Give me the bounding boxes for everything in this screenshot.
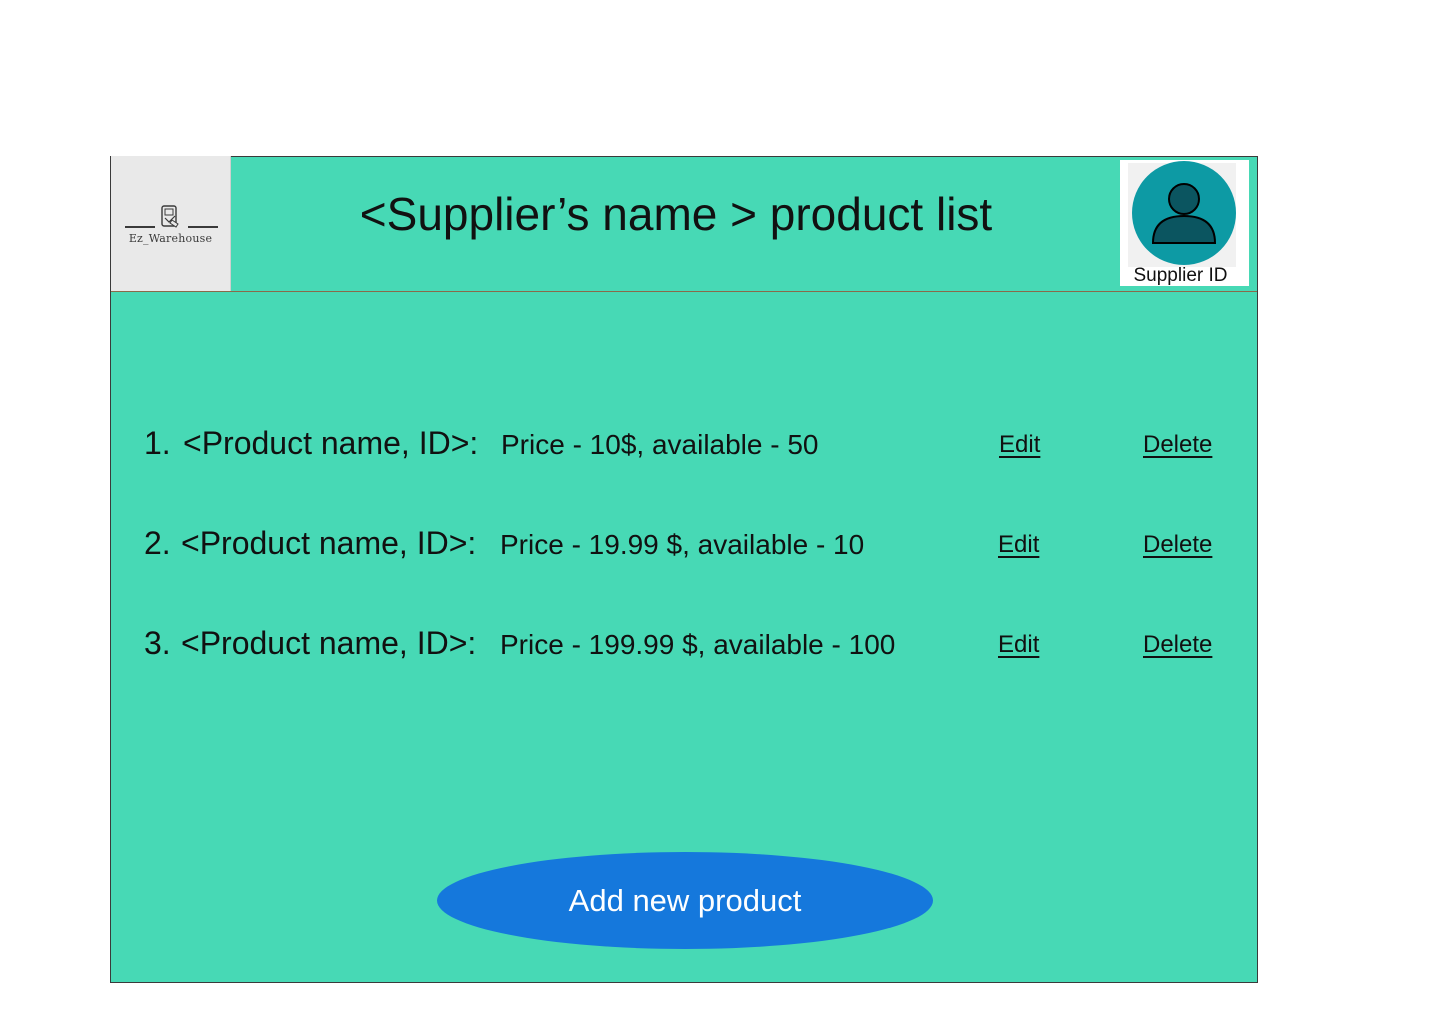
product-number: 1. <box>144 425 171 461</box>
header-divider <box>111 291 1257 292</box>
product-details: Price - 10$, available - 50 <box>501 429 819 460</box>
product-number: 3. <box>144 625 171 661</box>
product-name: <Product name, ID>: <box>183 425 479 461</box>
logo-text: Ez_Warehouse <box>128 232 213 245</box>
product-number: 2. <box>144 525 171 561</box>
page-title: <Supplier’s name > product list <box>359 188 993 240</box>
delete-link[interactable]: Delete <box>1143 631 1212 659</box>
product-row: 3. <Product name, ID>: Price - 199.99 $,… <box>111 625 1257 665</box>
product-name: <Product name, ID>: <box>181 625 477 661</box>
supplier-profile[interactable]: Supplier ID <box>1120 160 1249 286</box>
user-avatar-icon[interactable] <box>1132 161 1236 265</box>
product-row: 2. <Product name, ID>: Price - 19.99 $, … <box>111 525 1257 565</box>
product-details: Price - 199.99 $, available - 100 <box>500 629 896 660</box>
edit-link[interactable]: Edit <box>998 631 1039 659</box>
product-name: <Product name, ID>: <box>181 525 477 561</box>
product-row: 1. <Product name, ID>: Price - 10$, avai… <box>111 425 1257 465</box>
edit-link[interactable]: Edit <box>998 531 1039 559</box>
product-list-page: Ez_Warehouse <Supplier’s name > product … <box>110 156 1258 983</box>
edit-link[interactable]: Edit <box>999 431 1040 459</box>
delete-link[interactable]: Delete <box>1143 531 1212 559</box>
logo-rule-left <box>125 226 155 228</box>
supplier-id-label: Supplier ID <box>1133 265 1228 286</box>
delete-link[interactable]: Delete <box>1143 431 1212 459</box>
add-product-button[interactable]: Add new product <box>437 852 933 949</box>
product-details: Price - 19.99 $, available - 10 <box>500 529 865 560</box>
logo-rule-right <box>188 226 218 228</box>
warehouse-logo-icon <box>161 205 179 228</box>
app-logo[interactable]: Ez_Warehouse <box>111 156 231 292</box>
